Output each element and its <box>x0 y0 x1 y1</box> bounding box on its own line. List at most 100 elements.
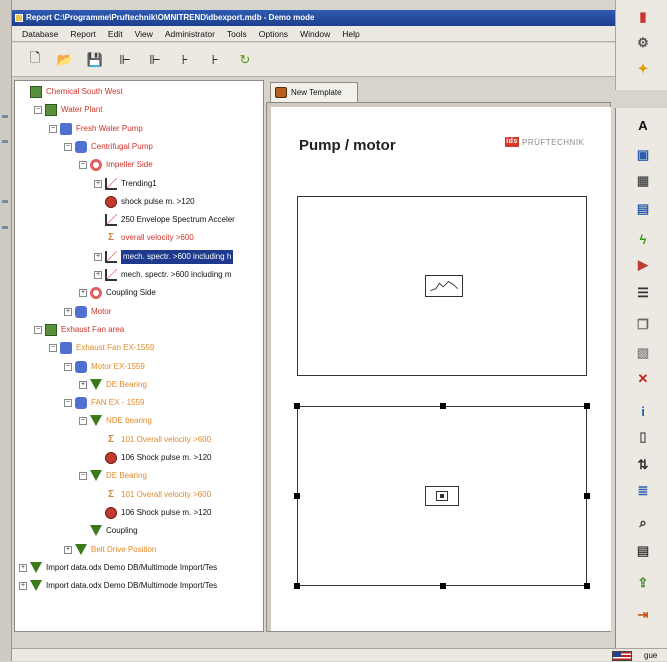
tree-node[interactable]: + Import data.odx Demo DB/Multimode Impor… <box>19 561 217 575</box>
resize-handle-top-left[interactable] <box>294 403 300 409</box>
toolbar-gear-icon[interactable]: ⚙ <box>634 34 652 52</box>
tree-node[interactable]: Σ 101 Overall velocity >600 <box>94 488 211 502</box>
tree-node[interactable]: − DE Bearing <box>79 469 147 483</box>
resize-handle-top[interactable] <box>440 403 446 409</box>
template-title[interactable]: Pump / motor <box>299 137 396 154</box>
paste-icon[interactable]: ▧ <box>634 344 652 362</box>
tree-node-alt-icon[interactable]: ⊦ <box>206 51 224 69</box>
expand-toggle-icon[interactable]: + <box>64 307 72 316</box>
resize-handle-bottom[interactable] <box>440 583 446 589</box>
tree-node[interactable]: + mech. spectr. >600 including h <box>94 249 234 264</box>
tree-node[interactable]: − Centrifugal Pump <box>64 140 153 154</box>
text-a-icon[interactable]: A <box>634 116 652 134</box>
info-icon[interactable]: i <box>634 402 652 420</box>
menu-view[interactable]: View <box>129 29 159 39</box>
menu-report[interactable]: Report <box>64 29 102 39</box>
toolbar-flag-icon[interactable]: ▮ <box>634 8 652 26</box>
expand-toggle-icon[interactable]: + <box>94 252 102 261</box>
collapse-toggle-icon[interactable]: − <box>34 325 42 334</box>
resize-handle-top-right[interactable] <box>584 403 590 409</box>
refresh-arrow-icon[interactable]: ↻ <box>236 51 254 69</box>
expand-toggle-icon[interactable]: + <box>19 582 27 591</box>
collapse-toggle-icon[interactable]: − <box>79 417 87 426</box>
tree-node[interactable]: + DE Bearing <box>79 378 147 392</box>
menu-tools[interactable]: Tools <box>221 29 253 39</box>
tree-branch-icon[interactable]: ⊩ <box>116 51 134 69</box>
tree-node[interactable]: + Motor <box>64 305 111 319</box>
menu-help[interactable]: Help <box>336 29 365 39</box>
tree-node[interactable]: Coupling <box>79 524 138 538</box>
document-icon[interactable]: ▯ <box>634 428 652 446</box>
image-icon[interactable]: ▣ <box>634 146 652 164</box>
resize-handle-right[interactable] <box>584 493 590 499</box>
copy-icon[interactable]: ❐ <box>634 316 652 334</box>
open-folder-icon[interactable]: 📂 <box>56 51 74 69</box>
exit-icon[interactable]: ⇥ <box>634 606 652 624</box>
expand-toggle-icon[interactable]: + <box>64 545 72 554</box>
tree-node[interactable]: − Impeller Side <box>79 158 153 172</box>
tab-new-template[interactable]: New Template <box>270 82 358 102</box>
resize-handle-bottom-left[interactable] <box>294 583 300 589</box>
zoom-icon[interactable]: ⌕ <box>634 514 652 532</box>
list-icon[interactable]: ☰ <box>634 284 652 302</box>
tree-node[interactable]: + Coupling Side <box>79 286 156 300</box>
settings-list-icon[interactable]: ≣ <box>634 482 652 500</box>
collapse-toggle-icon[interactable]: − <box>64 399 72 408</box>
expand-toggle-icon[interactable]: + <box>79 380 87 389</box>
tree-node[interactable]: + mech. spectr. >600 including m <box>94 268 232 282</box>
tree-node[interactable]: 250 Envelope Spectrum Acceler <box>94 213 235 227</box>
tree-node[interactable]: + Belt Drive Position <box>64 543 156 557</box>
hierarchy-tree[interactable]: Chemical South West − Water Plant − Fresh Wa… <box>14 80 264 632</box>
collapse-toggle-icon[interactable]: − <box>34 106 42 115</box>
tree-node[interactable]: − Water Plant <box>34 103 103 117</box>
expand-toggle-icon[interactable]: + <box>94 271 102 279</box>
chart-grid-icon[interactable]: ▦ <box>634 172 652 190</box>
tree-node[interactable]: − Exhaust Fan EX-1559 <box>49 341 154 355</box>
toolbar-star-icon[interactable]: ✦ <box>634 60 652 78</box>
language-flag-icon[interactable] <box>612 651 632 661</box>
tree-node[interactable]: 106 Shock pulse m. >120 <box>94 506 212 520</box>
chart-placeholder-box[interactable] <box>297 196 587 376</box>
tree-node[interactable]: − FAN EX - 1559 <box>64 396 144 410</box>
tree-node[interactable]: 106 Shock pulse m. >120 <box>94 451 212 465</box>
template-page[interactable]: Pump / motor ids PRÜFTECHNIK <box>271 107 611 631</box>
tree-node[interactable]: + Trending1 <box>94 177 157 191</box>
expand-toggle-icon[interactable]: + <box>19 563 27 572</box>
export-icon[interactable]: ⇪ <box>634 574 652 592</box>
collapse-toggle-icon[interactable]: − <box>64 142 72 151</box>
save-disk-icon[interactable]: 💾 <box>86 51 104 69</box>
brand-logo[interactable]: ids PRÜFTECHNIK <box>505 137 584 147</box>
table-grid-icon[interactable]: ▤ <box>634 200 652 218</box>
value-placeholder-box[interactable] <box>294 403 590 589</box>
delete-x-icon[interactable]: ✕ <box>634 370 652 388</box>
align-icon[interactable]: ⇅ <box>634 456 652 474</box>
expand-toggle-icon[interactable]: + <box>79 289 87 298</box>
tree-node[interactable]: − Fresh Water Pump <box>49 122 143 136</box>
collapse-toggle-icon[interactable]: − <box>79 472 87 481</box>
resize-handle-bottom-right[interactable] <box>584 583 590 589</box>
tree-node[interactable]: shock pulse m. >120 <box>94 195 195 209</box>
resize-handle-left[interactable] <box>294 493 300 499</box>
flag-arrow-icon[interactable]: ▶ <box>634 256 652 274</box>
menu-window[interactable]: Window <box>294 29 336 39</box>
template-canvas[interactable]: Pump / motor ids PRÜFTECHNIK <box>266 102 611 632</box>
collapse-toggle-icon[interactable]: − <box>49 124 57 133</box>
collapse-toggle-icon[interactable]: − <box>64 362 72 371</box>
menu-edit[interactable]: Edit <box>102 29 129 39</box>
tree-node-icon[interactable]: ⊦ <box>176 51 194 69</box>
tree-node[interactable]: Chemical South West <box>19 85 123 99</box>
menu-database[interactable]: Database <box>16 29 64 39</box>
collapse-toggle-icon[interactable]: − <box>79 161 87 170</box>
new-document-icon[interactable]: 🗋 <box>26 50 44 69</box>
menu-options[interactable]: Options <box>253 29 294 39</box>
tree-node[interactable]: − Exhaust Fan area <box>34 323 124 337</box>
tree-node[interactable]: − Motor EX-1559 <box>64 360 145 374</box>
menu-administrator[interactable]: Administrator <box>159 29 221 39</box>
tree-branch-alt-icon[interactable]: ⊩ <box>146 51 164 69</box>
lightning-icon[interactable]: ϟ <box>634 230 652 248</box>
tree-node[interactable]: − NDE bearing <box>79 414 152 428</box>
collapse-toggle-icon[interactable]: − <box>49 344 57 353</box>
expand-toggle-icon[interactable]: + <box>94 179 102 188</box>
tree-node[interactable]: Σ 101 Overall velocity >600 <box>94 433 211 447</box>
tree-node[interactable]: Σoverall velocity >600 <box>94 231 194 245</box>
